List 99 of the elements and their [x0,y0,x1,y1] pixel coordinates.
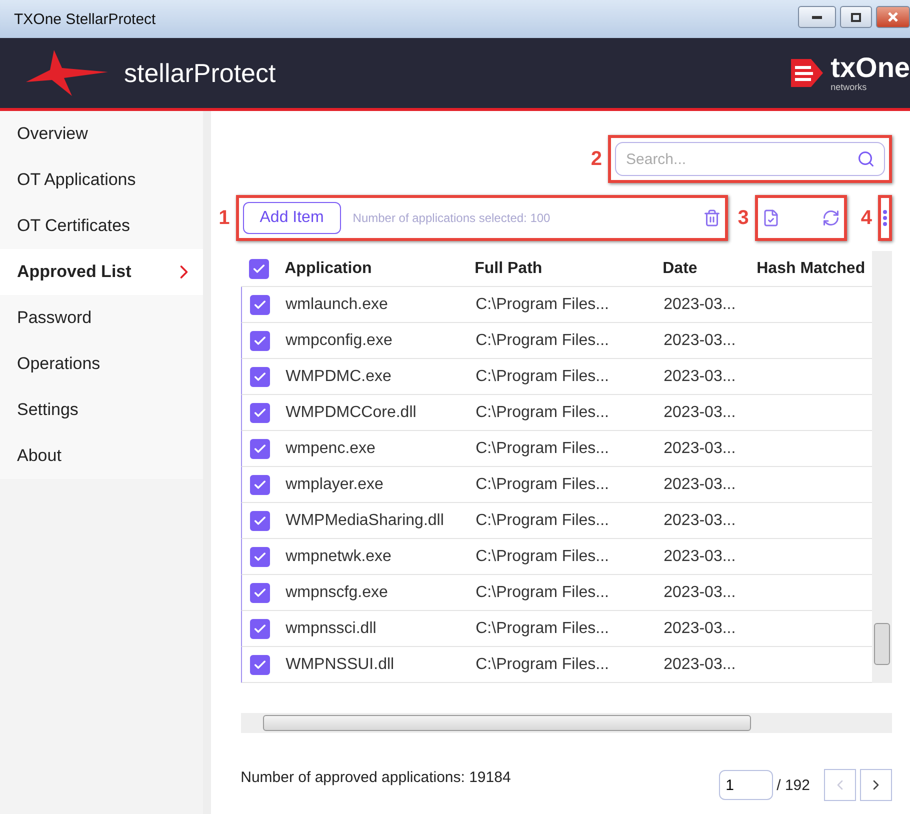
table-cell-text: C:\Program Files... [476,584,610,602]
approved-count: Number of approved applications: 19184 [240,769,511,786]
row-checkbox[interactable] [250,366,270,386]
check-icon [252,298,267,312]
sidebar-item[interactable]: OT Certificates [0,203,203,249]
table-cell-text: wmpenc.exe [286,440,376,458]
sidebar-item[interactable]: Overview [0,111,203,157]
callout-number: 1 [218,206,230,230]
check-icon [252,622,267,636]
row-checkbox[interactable] [250,402,270,422]
close-button[interactable] [876,6,910,28]
check-icon [252,262,266,276]
table-cell-text: WMPNSSUI.dll [286,656,396,674]
page-input[interactable]: 1 [718,770,773,800]
table-cell-text: wmpnscfg.exe [286,584,389,602]
row-checkbox[interactable] [250,654,270,674]
table-cell-text: 2023-03... [664,296,737,314]
more-icon [883,210,887,226]
table-cell-text: WMPDMCCore.dll [286,404,418,422]
table-cell-text: wmpconfig.exe [286,332,394,350]
column-header[interactable]: Application [284,260,475,278]
search-field[interactable]: Search... [615,142,885,176]
table-cell-text: 2023-03... [664,368,737,386]
table-cell-text: C:\Program Files... [476,620,610,638]
approve-file-button[interactable] [762,209,780,227]
row-checkbox[interactable] [250,474,270,494]
brand-subtitle: networks [830,82,868,92]
sidebar-item[interactable]: Settings [0,387,203,433]
check-icon [252,658,267,672]
table-cell-text: 2023-03... [664,548,737,566]
column-header[interactable]: Full Path [474,260,663,278]
minimize-icon [812,16,822,18]
table-cell-text: C:\Program Files... [476,512,610,530]
column-header[interactable]: Date [662,260,757,278]
table-cell-text: 2023-03... [664,332,737,350]
add-item-button[interactable]: Add Item [242,202,341,234]
product-name: stellarProtect [124,58,276,88]
close-icon [888,12,898,22]
vertical-scrollbar[interactable] [872,251,892,683]
minimize-button[interactable] [798,6,836,28]
table-cell-text: C:\Program Files... [476,548,610,566]
check-icon [252,370,267,384]
check-icon [252,406,267,420]
search-icon [857,150,875,168]
check-icon [252,586,267,600]
check-icon [252,514,267,528]
table-cell-text: 2023-03... [664,404,737,422]
window-title: TXOne StellarProtect [14,10,156,28]
table-cell-text: wmpnssci.dll [286,620,378,638]
refresh-icon [822,209,840,227]
table-cell-text: C:\Program Files... [476,656,610,674]
row-checkbox[interactable] [250,582,270,602]
table-cell-text: WMPMediaSharing.dll [286,512,445,530]
check-icon [252,442,267,456]
maximize-button[interactable] [840,6,872,28]
table-cell-text: 2023-03... [664,476,737,494]
row-checkbox[interactable] [250,330,270,350]
table-cell-text: 2023-03... [664,656,737,674]
row-checkbox[interactable] [250,618,270,638]
table-cell-text: 2023-03... [664,440,737,458]
table-cell-text: WMPDMC.exe [286,368,392,386]
check-icon [252,478,267,492]
table-cell-text: C:\Program Files... [476,296,610,314]
table-cell-text: 2023-03... [664,584,737,602]
horizontal-scrollbar[interactable] [240,713,892,733]
row-checkbox[interactable] [250,510,270,530]
callout-number: 4 [860,206,872,230]
brand-name: txOne [830,52,910,83]
table-cell-text: wmlaunch.exe [286,296,389,314]
more-menu-button[interactable] [883,210,887,226]
sidebar-item[interactable]: Operations [0,341,203,387]
table-cell-text: C:\Program Files... [476,476,610,494]
table-cell-text: C:\Program Files... [476,368,610,386]
sidebar-item[interactable]: Password [0,295,203,341]
table-cell-text: C:\Program Files... [476,404,610,422]
selected-count: Number of applications selected: 100 [352,211,552,225]
sidebar-item[interactable]: OT Applications [0,157,203,203]
table-cell-text: C:\Program Files... [476,332,610,350]
table-cell-text: 2023-03... [664,620,737,638]
check-icon [252,334,267,348]
sidebar-item[interactable]: About [0,433,203,479]
row-checkbox[interactable] [250,438,270,458]
row-checkbox[interactable] [250,294,270,314]
file-check-icon [762,209,780,227]
page-total: / 192 [776,776,810,794]
table-cell-text: wmpnetwk.exe [286,548,392,566]
table-cell-text: 2023-03... [664,512,737,530]
trash-icon [702,209,721,227]
delete-button[interactable] [702,209,721,227]
maximize-icon [851,12,861,22]
table-cell-text: C:\Program Files... [476,440,610,458]
check-icon [252,550,267,564]
callout-number: 3 [738,206,749,230]
column-header[interactable]: Hash Matched [756,260,872,278]
row-checkbox[interactable] [250,546,270,566]
callout-number: 2 [590,148,602,170]
select-all-checkbox[interactable] [248,258,269,278]
refresh-file-button[interactable] [822,209,840,227]
table-cell-text: wmplayer.exe [286,476,384,494]
